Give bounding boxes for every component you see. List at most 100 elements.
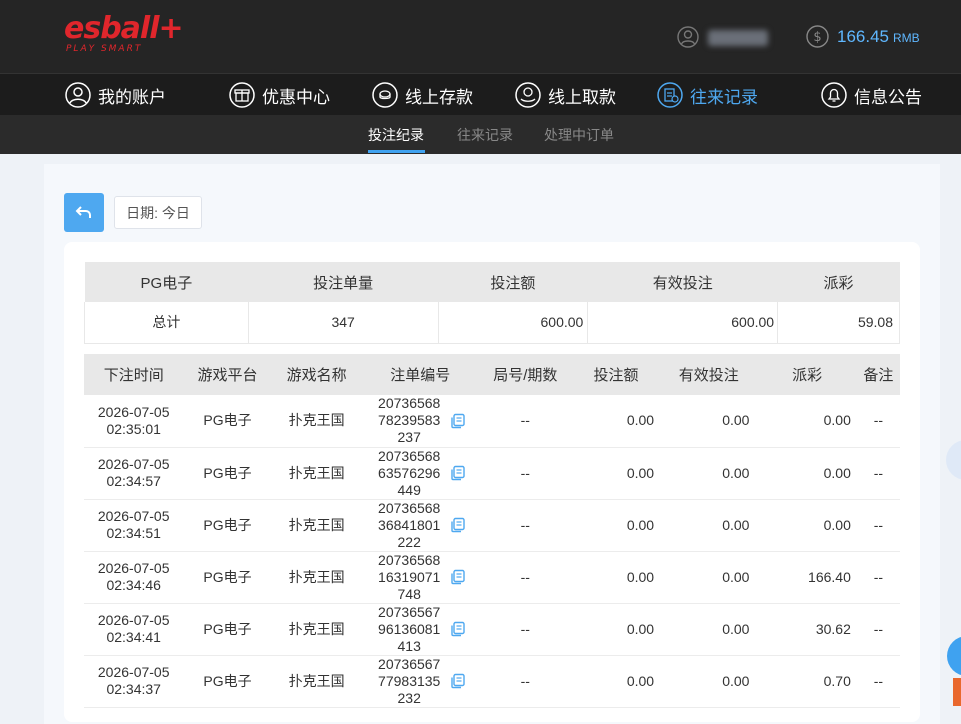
floating-support-button[interactable]: [946, 440, 961, 480]
summary-cell: 600.00: [587, 302, 779, 344]
order-id: 2073656878239583237: [378, 395, 441, 446]
order-id-cell: 2073656878239583237: [361, 395, 479, 448]
nav-promotions[interactable]: 优惠中心: [229, 81, 330, 109]
bet-date: 2026-07-05: [97, 403, 170, 420]
nav-label: 线上存款: [405, 87, 473, 107]
copy-icon[interactable]: [450, 569, 466, 585]
bet-date: 2026-07-05: [97, 612, 170, 628]
bet-amount-cell: 0.00: [571, 447, 661, 500]
column-header: 有效投注: [660, 354, 758, 395]
platform-cell: PG电子: [183, 603, 272, 656]
round-cell: --: [478, 603, 572, 656]
payout-cell: 0.00: [757, 395, 857, 448]
bet-time-cell: 2026-07-05 02:34:41: [84, 603, 184, 656]
balance-display: 166.45 RMB: [837, 27, 920, 47]
platform-cell: PG电子: [183, 551, 272, 604]
bet-time-cell: 2026-07-05 02:34:51: [84, 499, 184, 552]
nav-label: 我的账户: [98, 87, 166, 107]
round-cell: --: [478, 447, 572, 500]
bet-amount-cell: 0.00: [571, 551, 661, 604]
summary-cell: 347: [247, 302, 439, 344]
bet-amount-cell: 0.00: [571, 395, 661, 448]
round-cell: --: [478, 395, 572, 448]
valid-bet-cell: 0.00: [660, 551, 758, 604]
valid-bet-cell: 0.00: [660, 603, 758, 656]
nav-deposit[interactable]: 线上存款: [372, 81, 473, 109]
copy-icon[interactable]: [450, 673, 466, 689]
order-id: 2073656863576296449: [378, 447, 441, 498]
nav-label: 优惠中心: [262, 87, 330, 107]
table-row: 2026-07-05 02:34:41 PG电子 扑克王国 20736567961360…: [84, 603, 900, 656]
bet-time: 02:34:51: [106, 525, 161, 541]
column-header: 下注时间: [84, 354, 184, 395]
top-header: esball+ PLAY SMART $ 166.45 RMB: [0, 0, 961, 73]
bet-amount-cell: 0.00: [571, 655, 661, 708]
subtab-transactions[interactable]: 往来记录: [457, 125, 513, 145]
bet-date: 2026-07-05: [97, 664, 170, 680]
nav-announcements[interactable]: 信息公告: [821, 81, 922, 109]
game-name-cell: 扑克王国: [271, 551, 362, 604]
date-filter[interactable]: 日期: 今日: [114, 196, 202, 229]
column-header: 备注: [856, 354, 900, 395]
valid-bet-cell: 0.00: [660, 655, 758, 708]
nav-label: 信息公告: [854, 87, 922, 107]
order-id: 2073656836841801222: [378, 499, 441, 550]
payout-cell: 30.62: [757, 603, 857, 656]
user-icon: [677, 26, 699, 48]
subtab-bet-records[interactable]: 投注纪录: [368, 125, 424, 145]
note-cell: --: [856, 551, 900, 604]
copy-icon[interactable]: [450, 621, 466, 637]
platform-cell: PG电子: [183, 395, 272, 448]
copy-icon[interactable]: [450, 465, 466, 481]
main-nav: 我的账户 优惠中心 线上存款 线上取款 往来记录 信息公告: [0, 73, 961, 115]
summary-header: PG电子: [84, 262, 249, 302]
nav-label: 线上取款: [548, 87, 616, 107]
summary-cell: 总计: [84, 302, 249, 344]
nav-my-account[interactable]: 我的账户: [65, 81, 166, 109]
copy-icon[interactable]: [450, 517, 466, 533]
round-cell: --: [478, 499, 572, 552]
column-header: 注单编号: [361, 354, 479, 395]
esball-logo[interactable]: esball+ PLAY SMART: [64, 12, 184, 55]
order-id: 2073656796136081413: [378, 603, 441, 654]
bet-amount-cell: 0.00: [571, 499, 661, 552]
user-circle-icon: [65, 82, 91, 108]
column-header: 游戏名称: [271, 354, 362, 395]
column-header: 投注额: [571, 354, 661, 395]
floating-chat-button[interactable]: [947, 636, 961, 676]
valid-bet-cell: 0.00: [660, 447, 758, 500]
nav-withdraw[interactable]: 线上取款: [515, 81, 616, 109]
table-row: 2026-07-05 02:34:57 PG电子 扑克王国 20736568635762…: [84, 447, 900, 500]
order-id-cell: 2073656863576296449: [361, 447, 479, 500]
table-row: 2026-07-05 02:35:01 PG电子 扑克王国 20736568782395…: [84, 395, 900, 448]
note-cell: --: [856, 655, 900, 708]
bet-time-cell: 2026-07-05 02:35:01: [84, 395, 184, 448]
bet-date: 2026-07-05: [97, 560, 170, 576]
nav-records[interactable]: 往来记录: [657, 81, 758, 109]
subtab-pending-orders[interactable]: 处理中订单: [544, 125, 614, 145]
round-cell: --: [478, 655, 572, 708]
game-name-cell: 扑克王国: [271, 499, 362, 552]
bet-amount-cell: 0.00: [571, 603, 661, 656]
note-cell: --: [856, 499, 900, 552]
floating-side-tab[interactable]: [953, 678, 961, 706]
active-tab-indicator: [368, 150, 425, 153]
copy-icon[interactable]: [450, 413, 466, 429]
table-header-row: 下注时间 游戏平台 游戏名称 注单编号 局号/期数 投注额 有效投注 派彩 备注: [84, 354, 900, 395]
summary-header: 投注额: [438, 262, 588, 302]
platform-cell: PG电子: [183, 655, 272, 708]
username-blurred: [708, 30, 768, 46]
summary-cell: 59.08: [777, 302, 900, 344]
table-row: 2026-07-05 02:34:37 PG电子 扑克王国 20736567779831…: [84, 655, 900, 708]
bet-date: 2026-07-05: [97, 456, 170, 472]
summary-header: 派彩: [777, 262, 900, 302]
bet-time-cell: 2026-07-05 02:34:37: [84, 655, 184, 708]
back-button[interactable]: [64, 193, 104, 232]
valid-bet-cell: 0.00: [660, 499, 758, 552]
column-header: 游戏平台: [183, 354, 272, 395]
bell-icon: [821, 82, 847, 108]
summary-total-row: 总计 347 600.00 600.00 59.08: [84, 302, 900, 344]
order-id-cell: 2073656836841801222: [361, 499, 479, 552]
game-name-cell: 扑克王国: [271, 395, 362, 448]
game-name-cell: 扑克王国: [271, 603, 362, 656]
